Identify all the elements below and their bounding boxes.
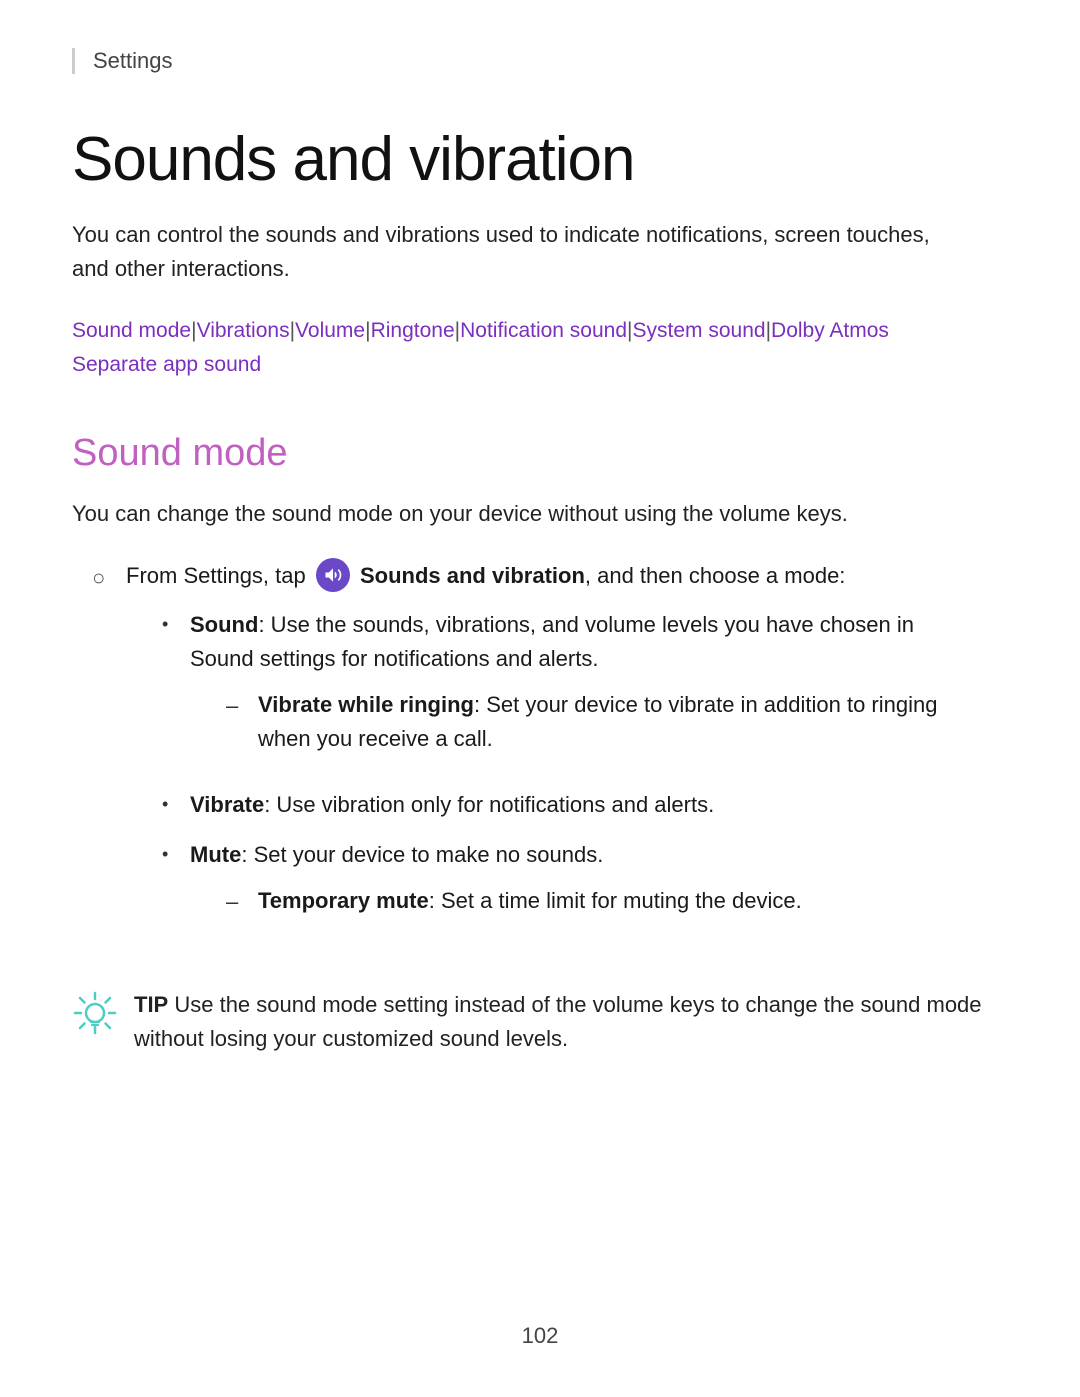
page-number: 102 <box>522 1323 559 1349</box>
nav-links: Sound mode|Vibrations|Volume|Ringtone|No… <box>72 314 992 381</box>
list-item-vibrate-while-ringing: – Vibrate while ringing: Set your device… <box>226 688 966 756</box>
settings-label: Settings <box>93 48 173 73</box>
temporary-mute-text: Temporary mute: Set a time limit for mut… <box>258 884 966 918</box>
page-title: Sounds and vibration <box>72 126 1008 194</box>
nav-link-vibrations[interactable]: Vibrations <box>197 319 290 342</box>
bullet-dot-mute: • <box>162 841 178 869</box>
sounds-vibration-icon <box>316 558 350 592</box>
mute-sub-list: – Temporary mute: Set a time limit for m… <box>190 884 966 919</box>
mute-label: Mute <box>190 842 241 867</box>
list-item-vibrate: • Vibrate: Use vibration only for notifi… <box>162 788 966 822</box>
tip-label: TIP <box>134 992 168 1017</box>
tip-icon <box>72 990 118 1036</box>
list-item-from-settings: ○ From Settings, tap Sounds and vibratio… <box>92 559 1008 952</box>
list-item-sound: • Sound: Use the sounds, vibrations, and… <box>162 608 966 772</box>
nav-link-notification-sound[interactable]: Notification sound <box>460 319 627 342</box>
from-settings-text: From Settings, tap Sounds and vibration,… <box>126 559 966 952</box>
vibrate-description: Use vibration only for notifications and… <box>270 792 714 817</box>
dash-temporary-mute: – <box>226 885 246 919</box>
content-area: ○ From Settings, tap Sounds and vibratio… <box>72 559 1008 952</box>
sound-description: Use the sounds, vibrations, and volume l… <box>190 612 914 671</box>
vibrate-ringing-label: Vibrate while ringing <box>258 692 474 717</box>
nav-link-ringtone[interactable]: Ringtone <box>371 319 455 342</box>
nav-link-volume[interactable]: Volume <box>295 319 365 342</box>
section-description: You can change the sound mode on your de… <box>72 497 972 531</box>
list-item-mute: • Mute: Set your device to make no sound… <box>162 838 966 935</box>
vibrate-mode-text: Vibrate: Use vibration only for notifica… <box>190 788 966 822</box>
tip-text: TIP Use the sound mode setting instead o… <box>134 988 992 1056</box>
sound-sub-list: – Vibrate while ringing: Set your device… <box>190 688 966 756</box>
tip-description: Use the sound mode setting instead of th… <box>134 992 982 1051</box>
nav-link-sound-mode[interactable]: Sound mode <box>72 319 191 342</box>
bullet-circle: ○ <box>92 561 112 595</box>
sounds-vibration-app-name: Sounds and vibration <box>360 563 585 588</box>
modes-list: • Sound: Use the sounds, vibrations, and… <box>126 608 966 936</box>
bullet-dot-sound: • <box>162 611 178 639</box>
nav-link-system-sound[interactable]: System sound <box>633 319 766 342</box>
dash-vibrate-ringing: – <box>226 689 246 723</box>
breadcrumb: Settings <box>72 48 1008 74</box>
sound-mode-text: Sound: Use the sounds, vibrations, and v… <box>190 608 966 772</box>
mute-description: Set your device to make no sounds. <box>247 842 603 867</box>
sound-label: Sound <box>190 612 258 637</box>
list-item-temporary-mute: – Temporary mute: Set a time limit for m… <box>226 884 966 919</box>
nav-link-separate-app-sound[interactable]: Separate app sound <box>72 353 261 376</box>
tip-section: TIP Use the sound mode setting instead o… <box>72 988 992 1056</box>
temporary-mute-description: Set a time limit for muting the device. <box>435 888 802 913</box>
bullet-dot-vibrate: • <box>162 791 178 819</box>
mute-mode-text: Mute: Set your device to make no sounds.… <box>190 838 966 935</box>
vibrate-ringing-text: Vibrate while ringing: Set your device t… <box>258 688 966 756</box>
vibrate-label: Vibrate <box>190 792 264 817</box>
from-settings-prefix: From Settings, tap <box>126 563 312 588</box>
section-heading-sound-mode: Sound mode <box>72 432 1008 475</box>
nav-link-dolby-atmos[interactable]: Dolby Atmos <box>771 319 889 342</box>
temporary-mute-label: Temporary mute <box>258 888 429 913</box>
intro-paragraph: You can control the sounds and vibration… <box>72 218 972 286</box>
from-settings-suffix: , and then choose a mode: <box>585 563 846 588</box>
